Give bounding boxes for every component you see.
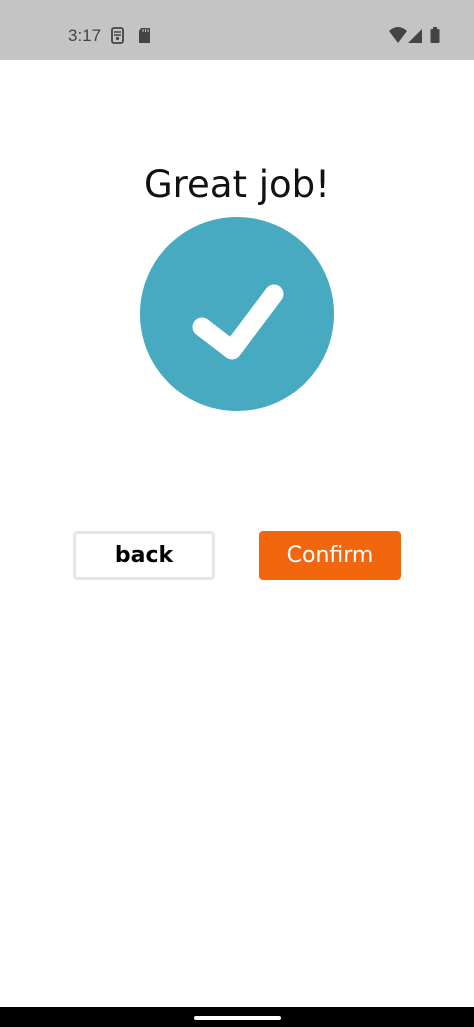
back-button[interactable]: back	[73, 531, 215, 580]
checkmark-icon	[192, 284, 284, 360]
signal-icon	[407, 26, 423, 46]
success-badge	[140, 217, 334, 411]
confirm-button[interactable]: Confirm	[259, 531, 401, 580]
status-time: 3:17	[68, 26, 102, 45]
app-screen: 3:17 Great job! back Confirm	[0, 0, 474, 1027]
page-title: Great job!	[143, 163, 330, 206]
home-indicator[interactable]	[194, 1016, 281, 1020]
status-bar: 3:17	[0, 0, 474, 60]
battery-icon	[430, 26, 440, 46]
sim-settings-icon	[110, 26, 126, 46]
sd-card-icon	[137, 26, 153, 46]
navigation-bar	[0, 1007, 474, 1027]
wifi-icon	[388, 26, 408, 46]
